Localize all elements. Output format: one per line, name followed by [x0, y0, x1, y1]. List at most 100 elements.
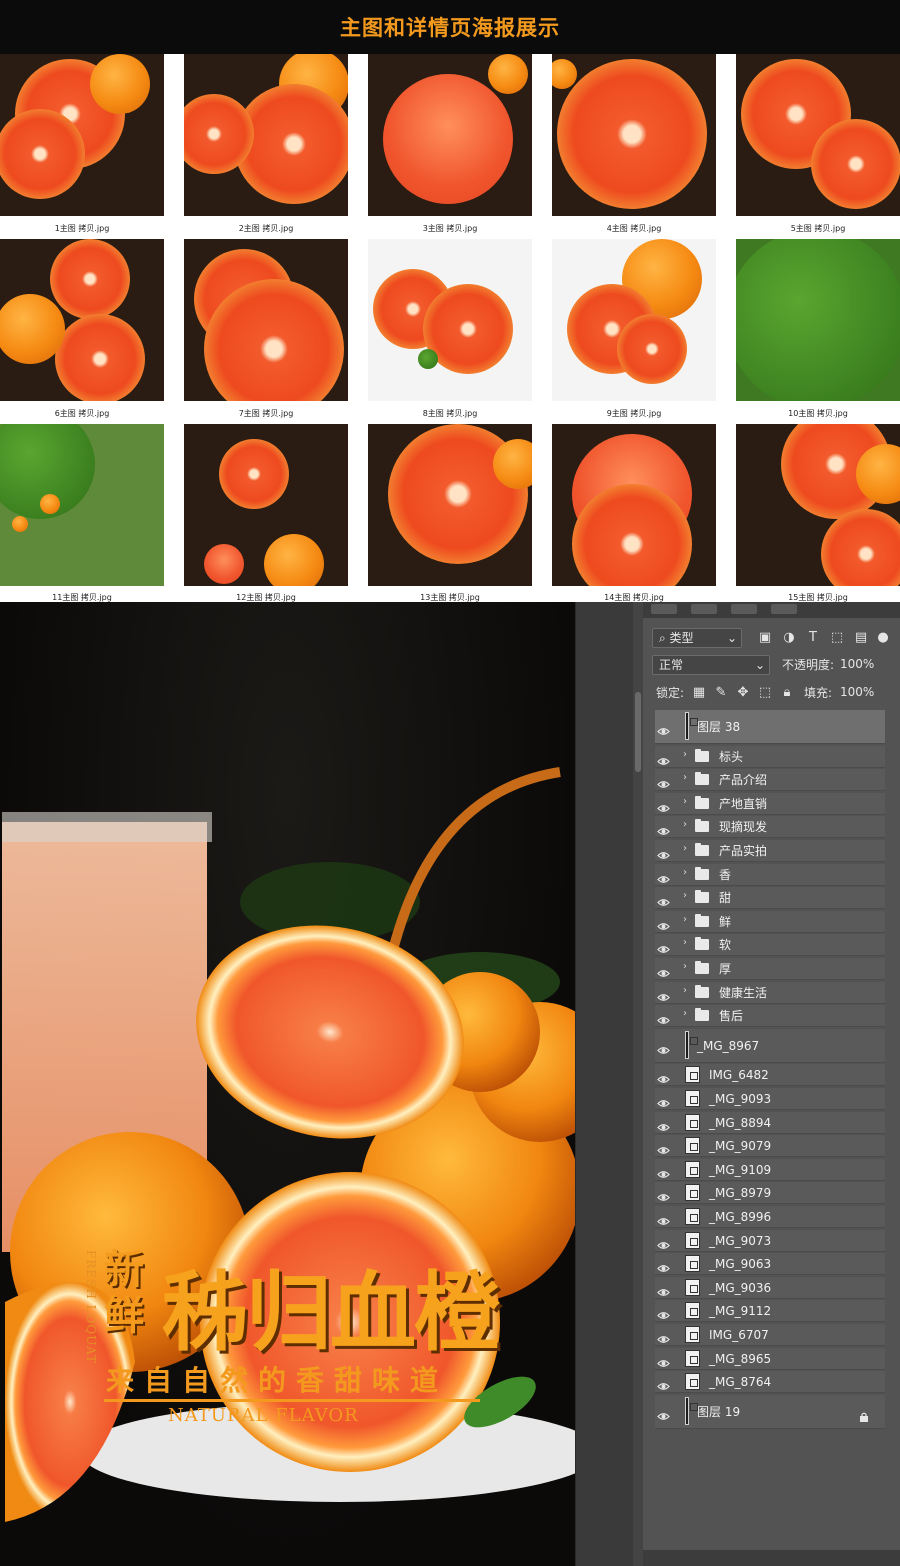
- lock-brush-icon[interactable]: ✎: [712, 684, 730, 702]
- thumbnail-image[interactable]: [552, 239, 716, 401]
- expand-chevron-icon[interactable]: ›: [683, 890, 687, 901]
- visibility-eye-icon[interactable]: [657, 1306, 670, 1320]
- expand-chevron-icon[interactable]: ›: [683, 749, 687, 760]
- lock-move-icon[interactable]: ✥: [734, 684, 752, 702]
- visibility-eye-icon[interactable]: [657, 870, 670, 883]
- layer-row[interactable]: _MG_9073: [655, 1229, 885, 1252]
- visibility-eye-icon[interactable]: [657, 1259, 670, 1273]
- layer-row[interactable]: › 标头: [655, 745, 885, 768]
- thumbnail-image[interactable]: [184, 54, 348, 216]
- expand-chevron-icon[interactable]: ›: [683, 867, 687, 878]
- layer-row[interactable]: _MG_9112: [655, 1300, 885, 1323]
- expand-chevron-icon[interactable]: ›: [683, 843, 687, 854]
- expand-chevron-icon[interactable]: ›: [683, 772, 687, 783]
- visibility-eye-icon[interactable]: [657, 752, 670, 765]
- lock-artboard-icon[interactable]: ⬚: [756, 684, 774, 702]
- layer-row[interactable]: _MG_8764: [655, 1371, 885, 1394]
- thumbnail-image[interactable]: [184, 239, 348, 401]
- filter-toggle-icon[interactable]: ●: [874, 629, 892, 647]
- visibility-eye-icon[interactable]: [657, 1094, 670, 1107]
- layer-row[interactable]: _MG_9079: [655, 1135, 885, 1158]
- expand-chevron-icon[interactable]: ›: [683, 796, 687, 807]
- thumbnail-image[interactable]: [736, 54, 900, 216]
- expand-chevron-icon[interactable]: ›: [683, 937, 687, 948]
- layer-row[interactable]: IMG_6707: [655, 1324, 885, 1346]
- thumbnail-image[interactable]: [736, 424, 900, 586]
- layer-row[interactable]: _MG_8967: [655, 1028, 885, 1063]
- layer-row[interactable]: _MG_8979: [655, 1182, 885, 1205]
- layer-row[interactable]: _MG_8965: [655, 1347, 885, 1370]
- layer-row[interactable]: › 售后: [655, 1005, 885, 1028]
- filter-kind-select[interactable]: ⌕ 类型 ⌄: [652, 628, 742, 648]
- layer-row[interactable]: › 产品介绍: [655, 769, 885, 792]
- expand-chevron-icon[interactable]: ›: [683, 819, 687, 830]
- lock-all-icon[interactable]: 🔒︎: [778, 684, 796, 702]
- layer-row[interactable]: › 健康生活: [655, 981, 885, 1004]
- visibility-eye-icon[interactable]: [657, 846, 670, 859]
- layer-row[interactable]: › 甜: [655, 887, 885, 910]
- layer-row[interactable]: IMG_6482: [655, 1064, 885, 1087]
- layer-row[interactable]: › 现摘现发: [655, 816, 885, 839]
- smart-filter-icon[interactable]: ▤: [852, 629, 870, 647]
- layer-row[interactable]: › 鲜: [655, 910, 885, 933]
- layer-row[interactable]: _MG_8996: [655, 1206, 885, 1228]
- visibility-eye-icon[interactable]: [657, 799, 670, 812]
- blend-mode-select[interactable]: 正常 ⌄: [652, 655, 770, 675]
- visibility-eye-icon[interactable]: [657, 775, 670, 789]
- visibility-eye-icon[interactable]: [657, 940, 670, 954]
- expand-chevron-icon[interactable]: ›: [683, 985, 687, 996]
- visibility-eye-icon[interactable]: [657, 1041, 670, 1054]
- layer-row[interactable]: › 厚: [655, 958, 885, 980]
- layer-row[interactable]: _MG_9036: [655, 1276, 885, 1299]
- tab-paths[interactable]: [731, 604, 757, 614]
- visibility-eye-icon[interactable]: [657, 1070, 670, 1084]
- layer-row[interactable]: _MG_8894: [655, 1111, 885, 1134]
- visibility-eye-icon[interactable]: [657, 1011, 670, 1025]
- layer-row[interactable]: › 产地直销: [655, 792, 885, 815]
- thumbnail-image[interactable]: [368, 239, 532, 401]
- visibility-eye-icon[interactable]: [657, 1330, 670, 1343]
- thumbnail-image[interactable]: [552, 54, 716, 216]
- adjustment-filter-icon[interactable]: ◑: [780, 629, 798, 647]
- tab-adjustments[interactable]: [771, 604, 797, 614]
- panel-scrollbar[interactable]: [633, 602, 643, 1566]
- type-filter-icon[interactable]: T: [804, 629, 822, 647]
- thumbnail-image[interactable]: [0, 54, 164, 216]
- layer-row[interactable]: › 香: [655, 863, 885, 886]
- visibility-eye-icon[interactable]: [657, 893, 670, 907]
- lock-transparent-icon[interactable]: ▦: [690, 684, 708, 702]
- thumbnail-image[interactable]: [184, 424, 348, 586]
- expand-chevron-icon[interactable]: ›: [683, 914, 687, 925]
- visibility-eye-icon[interactable]: [657, 722, 670, 735]
- tab-channels[interactable]: [691, 604, 717, 614]
- visibility-eye-icon[interactable]: [657, 1407, 670, 1420]
- visibility-eye-icon[interactable]: [657, 1283, 670, 1296]
- visibility-eye-icon[interactable]: [657, 1212, 670, 1225]
- thumbnail-image[interactable]: [368, 424, 532, 586]
- layer-row[interactable]: › 软: [655, 934, 885, 957]
- shape-filter-icon[interactable]: ⬚: [828, 629, 846, 647]
- visibility-eye-icon[interactable]: [657, 1141, 670, 1155]
- fill-input[interactable]: 100%: [838, 683, 894, 703]
- layer-row[interactable]: 图层 19: [655, 1394, 885, 1429]
- thumbnail-image[interactable]: [736, 239, 900, 401]
- thumbnail-image[interactable]: [552, 424, 716, 586]
- opacity-input[interactable]: 100%: [838, 655, 894, 675]
- expand-chevron-icon[interactable]: ›: [683, 961, 687, 972]
- visibility-eye-icon[interactable]: [657, 1188, 670, 1202]
- thumbnail-image[interactable]: [368, 54, 532, 216]
- expand-chevron-icon[interactable]: ›: [683, 1008, 687, 1019]
- thumbnail-image[interactable]: [0, 239, 164, 401]
- thumbnail-image[interactable]: [0, 424, 164, 586]
- layer-row[interactable]: _MG_9093: [655, 1088, 885, 1110]
- layer-row[interactable]: _MG_9109: [655, 1158, 885, 1181]
- layer-row[interactable]: 图层 38: [655, 710, 885, 744]
- visibility-eye-icon[interactable]: [657, 917, 670, 930]
- pixel-filter-icon[interactable]: ▣: [756, 629, 774, 647]
- scrollbar-thumb[interactable]: [635, 692, 641, 772]
- layer-row[interactable]: › 产品实拍: [655, 840, 885, 862]
- visibility-eye-icon[interactable]: [657, 964, 670, 977]
- layer-row[interactable]: _MG_9063: [655, 1253, 885, 1276]
- visibility-eye-icon[interactable]: [657, 1236, 670, 1249]
- visibility-eye-icon[interactable]: [657, 988, 670, 1001]
